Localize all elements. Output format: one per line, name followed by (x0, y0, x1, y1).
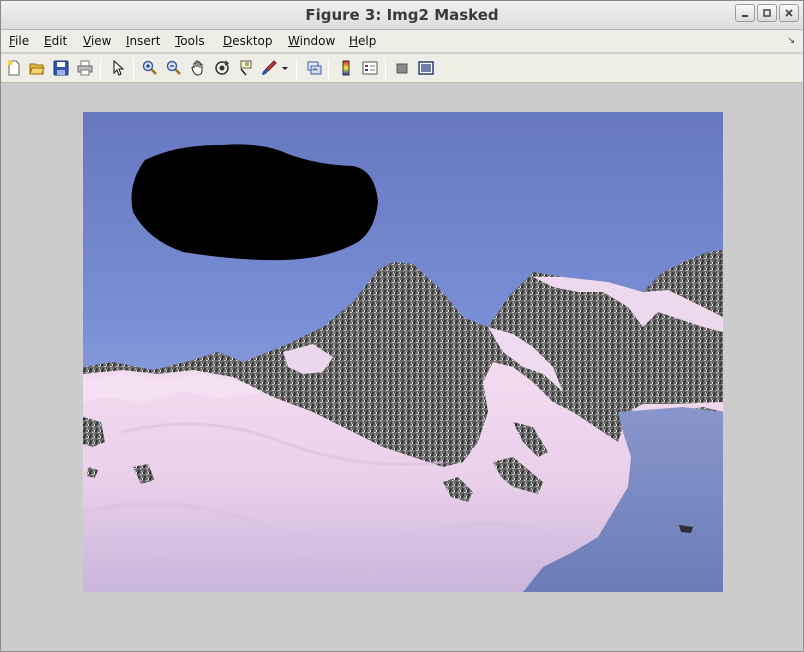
data-cursor-icon[interactable] (237, 59, 255, 77)
menu-window[interactable]: Window (288, 34, 335, 48)
title-bar[interactable]: Figure 3: Img2 Masked (1, 1, 803, 30)
rotate-3d-icon[interactable] (213, 59, 231, 77)
brush-icon[interactable] (260, 59, 278, 77)
zoom-in-icon[interactable] (141, 59, 159, 77)
minimize-icon[interactable] (735, 4, 755, 22)
menu-bar: File Edit View Insert Tools Desktop Wind… (1, 30, 803, 53)
link-plot-icon[interactable] (305, 59, 323, 77)
open-file-icon[interactable] (28, 59, 46, 77)
print-icon[interactable] (76, 59, 94, 77)
brush-dropdown-icon[interactable] (280, 59, 290, 77)
maximize-icon[interactable] (757, 4, 777, 22)
dock-figure-icon[interactable]: ↘ (787, 36, 795, 46)
hide-plot-tools-icon[interactable] (393, 59, 411, 77)
mountain-scene (83, 112, 723, 592)
menu-insert[interactable]: Insert (126, 34, 160, 48)
menu-view[interactable]: View (83, 34, 111, 48)
close-icon[interactable] (779, 4, 799, 22)
save-icon[interactable] (52, 59, 70, 77)
new-figure-icon[interactable] (5, 59, 23, 77)
menu-tools[interactable]: Tools (175, 34, 205, 48)
masked-mountain-image[interactable] (83, 112, 723, 592)
legend-icon[interactable] (361, 59, 379, 77)
pan-icon[interactable] (189, 59, 207, 77)
window-title: Figure 3: Img2 Masked (305, 6, 499, 24)
menu-desktop[interactable]: Desktop (223, 34, 273, 48)
figure-window: Figure 3: Img2 Masked File Edit View Ins… (0, 0, 804, 652)
pointer-icon[interactable] (109, 59, 127, 77)
colorbar-icon[interactable] (337, 59, 355, 77)
show-plot-tools-icon[interactable] (417, 59, 435, 77)
zoom-out-icon[interactable] (165, 59, 183, 77)
menu-edit[interactable]: Edit (44, 34, 67, 48)
menu-help[interactable]: Help (349, 34, 376, 48)
menu-file[interactable]: File (9, 34, 29, 48)
figure-toolbar (1, 54, 803, 83)
